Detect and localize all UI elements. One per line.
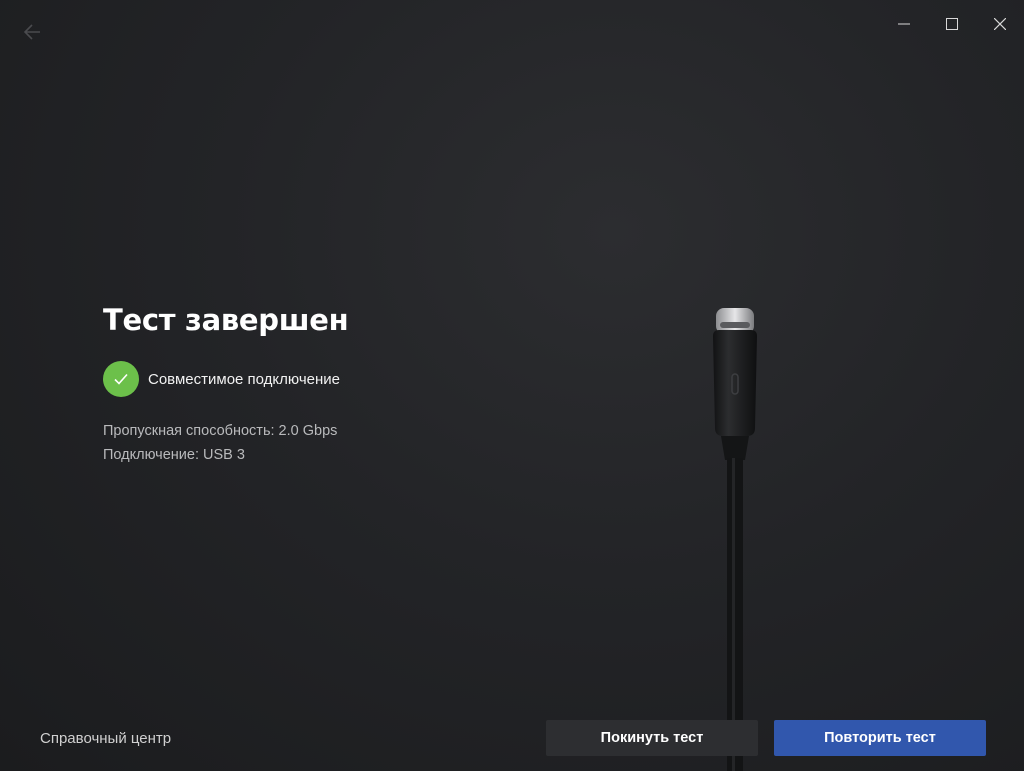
connection-details: Пропускная способность: 2.0 Gbps Подключ…: [103, 419, 348, 467]
checkmark-icon: [114, 373, 128, 385]
back-button[interactable]: [14, 16, 50, 48]
app-window: Тест завершен Совместимое подключение Пр…: [0, 0, 1024, 771]
usb-c-cable-illustration: [713, 308, 757, 771]
connection-type-text: Подключение: USB 3: [103, 447, 245, 463]
close-button[interactable]: [976, 8, 1024, 40]
status-text: Совместимое подключение: [148, 370, 340, 388]
status-badge: [103, 361, 139, 397]
status-row: Совместимое подключение: [103, 361, 348, 397]
maximize-button[interactable]: [928, 8, 976, 40]
result-panel: Тест завершен Совместимое подключение Пр…: [103, 300, 349, 467]
retry-test-button[interactable]: Повторить тест: [774, 720, 986, 756]
arrow-left-icon: [23, 24, 40, 40]
page-title: Тест завершен: [103, 303, 349, 337]
close-icon: [994, 18, 1006, 30]
leave-test-button[interactable]: Покинуть тест: [546, 720, 758, 756]
minimize-button[interactable]: [880, 8, 928, 40]
minimize-icon: [898, 23, 910, 25]
help-center-link[interactable]: Справочный центр: [40, 730, 171, 747]
maximize-icon: [946, 18, 958, 30]
bandwidth-text: Пропускная способность: 2.0 Gbps: [103, 423, 338, 439]
titlebar-controls: [880, 8, 1024, 40]
